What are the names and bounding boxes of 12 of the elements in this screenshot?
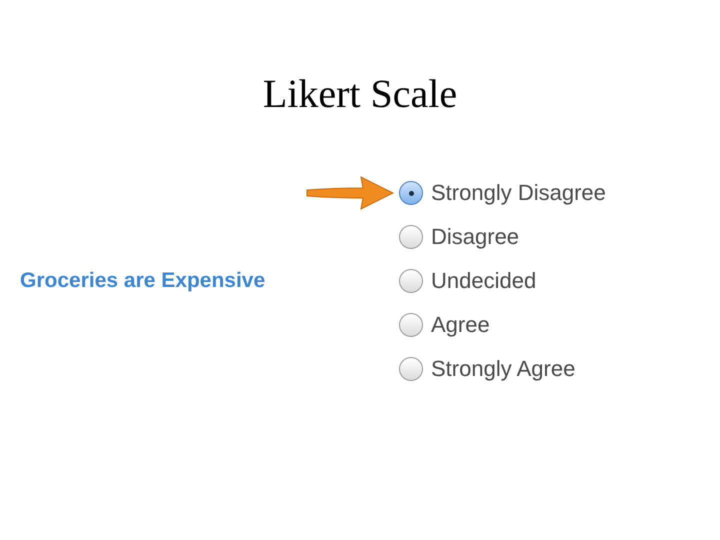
radio-button[interactable] [399, 313, 423, 337]
radio-button[interactable] [399, 357, 423, 381]
option-label: Strongly Agree [431, 356, 576, 382]
option-label: Agree [431, 312, 490, 338]
radio-button[interactable] [399, 181, 423, 205]
question-label: Groceries are Expensive [19, 269, 266, 293]
radio-button[interactable] [399, 225, 423, 249]
option-label: Strongly Disagree [431, 180, 606, 206]
slide-title: Likert Scale [262, 70, 458, 118]
radio-button[interactable] [399, 269, 423, 293]
option-label: Undecided [431, 268, 536, 294]
option-label: Disagree [431, 224, 520, 250]
